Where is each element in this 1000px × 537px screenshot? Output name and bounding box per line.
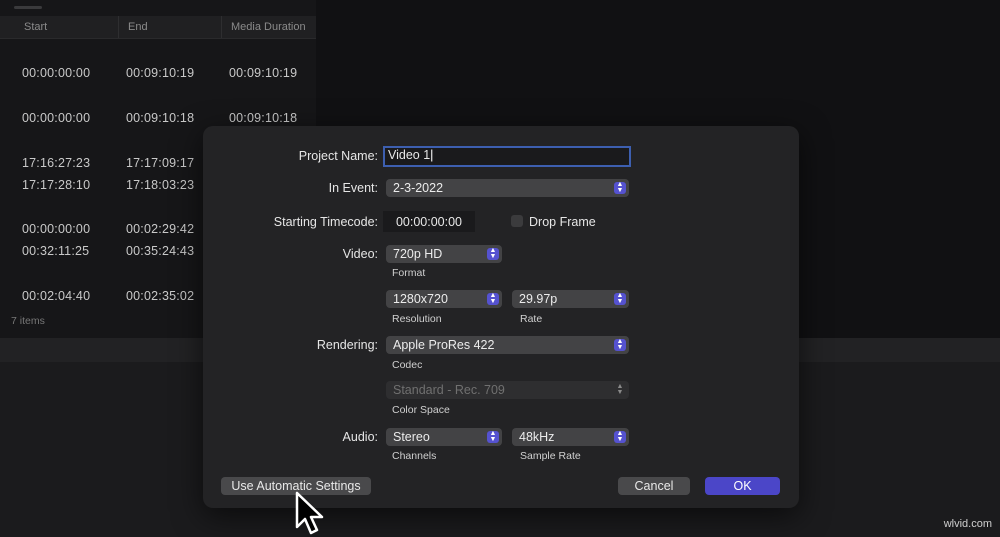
rate-caption: Rate <box>520 313 543 325</box>
watermark: wlvid.com <box>943 518 992 530</box>
format-value: 720p HD <box>393 247 443 261</box>
project-name-field[interactable]: Video 1| <box>383 146 631 167</box>
table-cell-start: 00:00:00:00 <box>22 66 91 80</box>
table-cell-start: 00:32:11:25 <box>22 244 90 258</box>
table-cell-duration: 00:09:10:18 <box>229 111 298 125</box>
chevron-updown-icon: ▲ ▼ <box>487 247 499 260</box>
rendering-label: Rendering: <box>316 338 378 352</box>
column-separator <box>118 16 119 38</box>
scroll-indicator <box>14 6 42 9</box>
table-cell-duration: 00:09:10:19 <box>229 66 298 80</box>
resolution-caption: Resolution <box>392 313 442 325</box>
video-label: Video: <box>342 247 378 261</box>
in-event-value: 2-3-2022 <box>393 181 444 195</box>
color-space-caption: Color Space <box>392 404 450 416</box>
color-space-value: Standard - Rec. 709 <box>393 383 505 397</box>
codec-value: Apple ProRes 422 <box>393 338 495 352</box>
color-space-popup: Standard - Rec. 709 ▲ ▼ <box>386 381 629 399</box>
chevron-updown-icon: ▲ ▼ <box>616 383 624 396</box>
column-header-media-duration[interactable]: Media Duration <box>231 21 306 33</box>
table-cell-end: 00:02:29:42 <box>126 222 195 236</box>
chevron-updown-icon: ▲ ▼ <box>614 181 626 194</box>
table-cell-end: 00:09:10:19 <box>126 66 195 80</box>
table-cell-start: 17:16:27:23 <box>22 156 91 170</box>
resolution-value: 1280x720 <box>393 292 448 306</box>
column-header-end[interactable]: End <box>128 21 148 33</box>
sample-rate-caption: Sample Rate <box>520 450 581 462</box>
chevron-updown-icon: ▲ ▼ <box>614 292 626 305</box>
chevron-updown-icon: ▲ ▼ <box>614 338 626 351</box>
sample-rate-popup[interactable]: 48kHz ▲ ▼ <box>512 428 629 446</box>
rate-popup[interactable]: 29.97p ▲ ▼ <box>512 290 629 308</box>
resolution-popup[interactable]: 1280x720 ▲ ▼ <box>386 290 502 308</box>
drop-frame-label: Drop Frame <box>529 215 596 229</box>
table-cell-end: 00:02:35:02 <box>126 289 195 303</box>
format-caption: Format <box>392 267 426 279</box>
in-event-popup[interactable]: 2-3-2022 ▲ ▼ <box>386 179 629 197</box>
new-project-dialog: Project Name: Video 1| In Event: 2-3-202… <box>203 126 799 508</box>
project-name-label: Project Name: <box>298 149 378 163</box>
table-cell-end: 17:18:03:23 <box>126 178 195 192</box>
table-cell-start: 17:17:28:10 <box>22 178 91 192</box>
rate-value: 29.97p <box>519 292 558 306</box>
starting-timecode-label: Starting Timecode: <box>273 215 378 229</box>
column-separator <box>221 16 222 38</box>
table-cell-end: 00:09:10:18 <box>126 111 195 125</box>
ok-button[interactable]: OK <box>705 477 780 495</box>
sample-rate-value: 48kHz <box>519 430 555 444</box>
pointer-cursor-icon <box>295 491 324 535</box>
audio-label: Audio: <box>342 430 378 444</box>
format-popup[interactable]: 720p HD ▲ ▼ <box>386 245 502 263</box>
channels-value: Stereo <box>393 430 430 444</box>
table-cell-end: 00:35:24:43 <box>126 244 195 258</box>
table-cell-start: 00:02:04:40 <box>22 289 91 303</box>
table-cell-start: 00:00:00:00 <box>22 111 91 125</box>
chevron-updown-icon: ▲ ▼ <box>487 430 499 443</box>
codec-caption: Codec <box>392 359 423 371</box>
table-cell-end: 17:17:09:17 <box>126 156 195 170</box>
drop-frame-checkbox[interactable] <box>511 215 523 227</box>
in-event-label: In Event: <box>328 181 378 195</box>
project-name-value: Video 1 <box>388 148 431 162</box>
cancel-button[interactable]: Cancel <box>618 477 690 495</box>
item-count: 7 items <box>11 315 45 327</box>
channels-popup[interactable]: Stereo ▲ ▼ <box>386 428 502 446</box>
chevron-updown-icon: ▲ ▼ <box>614 430 626 443</box>
channels-caption: Channels <box>392 450 437 462</box>
table-cell-start: 00:00:00:00 <box>22 222 91 236</box>
chevron-updown-icon: ▲ ▼ <box>487 292 499 305</box>
codec-popup[interactable]: Apple ProRes 422 ▲ ▼ <box>386 336 629 354</box>
starting-timecode-field[interactable]: 00:00:00:00 <box>383 211 475 232</box>
column-header-start[interactable]: Start <box>24 21 47 33</box>
